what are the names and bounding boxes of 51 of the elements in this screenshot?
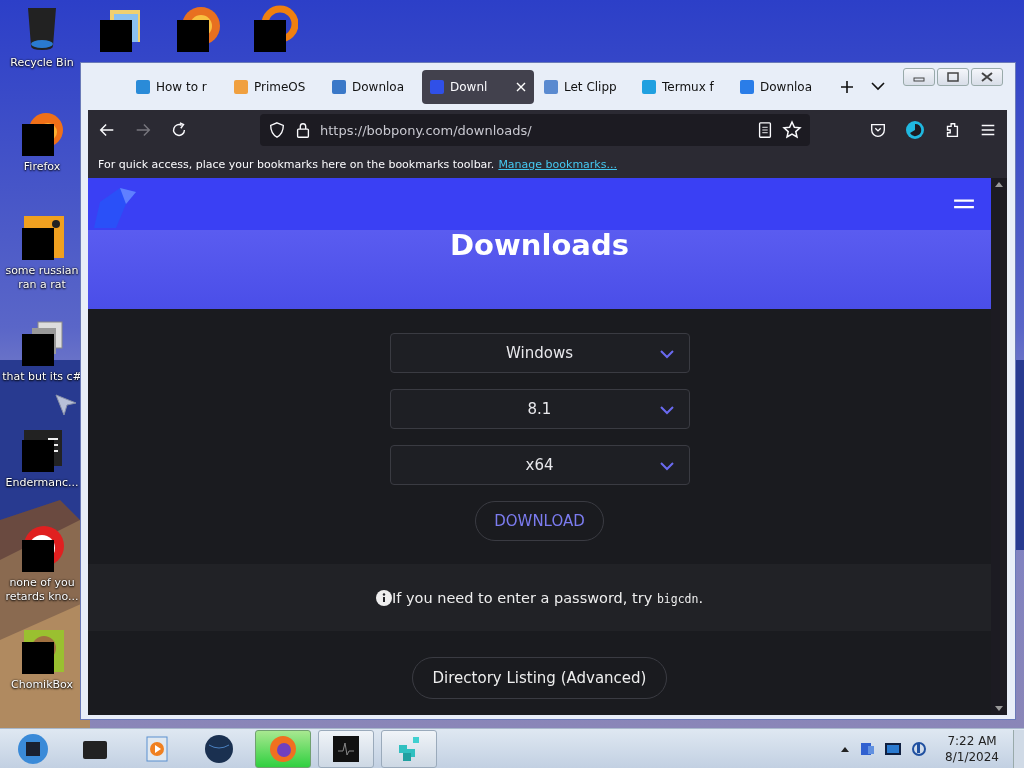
icon-label: Recycle Bin	[10, 56, 74, 70]
browser-tab[interactable]: Termux f	[634, 69, 730, 104]
info-icon	[375, 589, 392, 606]
chevron-icon	[658, 349, 675, 359]
icon-label: that but its c#	[2, 370, 82, 384]
dropdown[interactable]: Windows	[389, 333, 690, 373]
new-tab-icon[interactable]	[840, 79, 854, 94]
cursor-icon	[54, 393, 78, 417]
star-icon[interactable]	[782, 120, 802, 140]
icon-label: Firefox	[23, 160, 61, 174]
display-icon[interactable]	[885, 742, 902, 755]
forward-icon[interactable]	[134, 121, 152, 139]
back-icon[interactable]	[98, 121, 116, 139]
app-icon	[203, 732, 235, 765]
icon-label: Endermanc...	[5, 476, 79, 490]
volume-icon[interactable]	[911, 740, 928, 757]
close-icon[interactable]	[971, 68, 1003, 86]
account-icon[interactable]	[905, 120, 925, 140]
show-hidden-icon[interactable]	[841, 745, 850, 752]
clock-time[interactable]: 7:22 AM	[947, 732, 997, 749]
page-title: Downloads	[450, 228, 629, 264]
icon-label: ChomikBox	[11, 678, 73, 692]
reload-icon[interactable]	[170, 121, 188, 139]
pocket-icon[interactable]	[869, 121, 887, 139]
app-icon	[17, 732, 49, 765]
password-hint: If you need to enter a password, try bigcdn.	[391, 589, 704, 606]
maximize-icon[interactable]	[937, 68, 969, 86]
network-icon[interactable]	[859, 740, 876, 757]
browser-tab[interactable]: PrimeOS	[226, 69, 322, 104]
chevron-icon	[658, 461, 675, 471]
dropdown[interactable]: x64	[389, 445, 690, 485]
manage-bookmarks-link[interactable]: Manage bookmarks...	[498, 157, 617, 171]
clock-date[interactable]: 8/1/2024	[945, 748, 999, 765]
browser-tab[interactable]: Let Clipp	[536, 69, 632, 104]
taskbar-button[interactable]	[318, 729, 374, 768]
browser-tab[interactable]: Downloa	[732, 69, 828, 104]
reader-view-icon[interactable]	[756, 121, 774, 139]
minimize-icon[interactable]	[903, 68, 935, 86]
scroll-up-icon[interactable]	[994, 180, 1004, 188]
dropdown[interactable]: 8.1	[389, 389, 690, 429]
bookmarks-hint: For quick access, place your bookmarks here on the bookmarks toolbar.	[98, 157, 495, 171]
address-bar[interactable]: https://bobpony.com/downloads/	[260, 114, 810, 146]
icon-label: some russian ran a rat	[4, 264, 80, 292]
chevron-icon	[658, 405, 675, 415]
icon-label: none of you retards kno...	[4, 576, 80, 604]
browser-tab[interactable]: Downl	[422, 69, 534, 104]
lock-icon[interactable]	[294, 121, 312, 139]
scroll-down-icon[interactable]	[994, 705, 1004, 713]
browser-tab[interactable]: How to r	[128, 69, 224, 104]
browser-tab[interactable]: Downloa	[324, 69, 420, 104]
shield-icon[interactable]	[268, 121, 286, 139]
